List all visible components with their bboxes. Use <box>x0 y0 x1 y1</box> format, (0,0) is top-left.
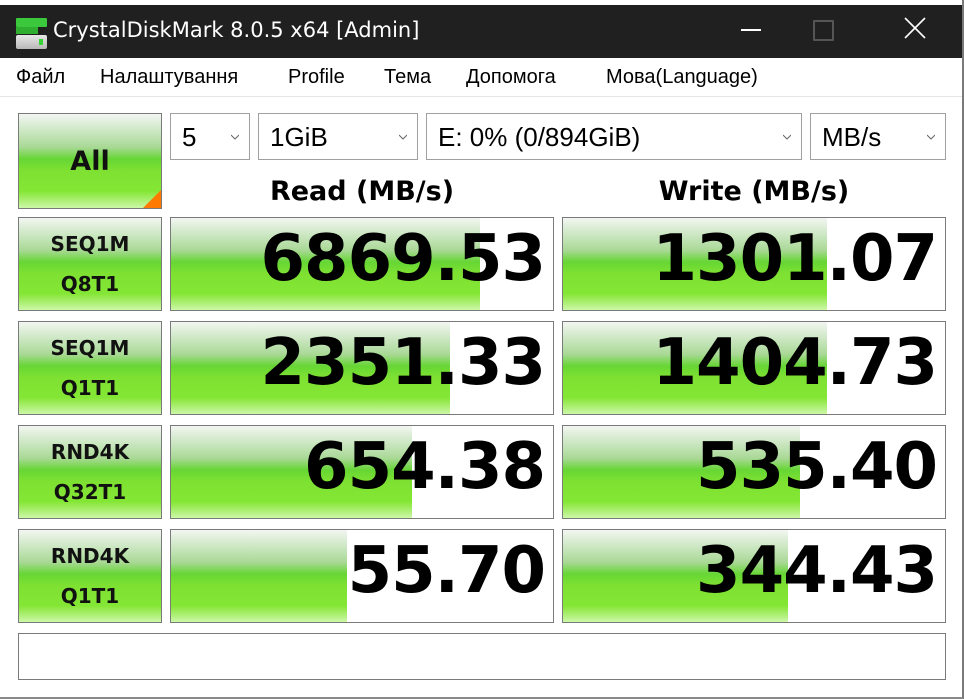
chevron-down-icon <box>231 134 239 140</box>
test-button-rnd4k-q1t1[interactable]: RND4K Q1T1 <box>18 529 162 623</box>
read-result-rnd4k-q32t1: 654.38 <box>170 425 554 519</box>
test-params: Q1T1 <box>60 584 120 608</box>
test-count-select[interactable]: 5 <box>170 113 250 160</box>
run-all-button[interactable]: All <box>18 113 162 209</box>
write-result-rnd4k-q32t1: 535.40 <box>562 425 946 519</box>
maximize-button[interactable] <box>792 5 854 58</box>
chevron-down-icon <box>927 134 935 140</box>
read-value: 55.70 <box>347 534 546 608</box>
corner-indicator <box>143 190 161 208</box>
read-value: 2351.33 <box>260 326 546 400</box>
menu-settings[interactable]: Налаштування <box>100 66 238 89</box>
comment-input[interactable] <box>19 634 945 679</box>
read-column-header: Read (MB/s) <box>269 176 455 207</box>
menu-theme[interactable]: Тема <box>384 66 431 89</box>
write-result-seq1m-q8t1: 1301.07 <box>562 217 946 311</box>
comment-field[interactable] <box>18 633 946 680</box>
write-value: 344.43 <box>696 534 938 608</box>
read-result-seq1m-q1t1: 2351.33 <box>170 321 554 415</box>
test-button-rnd4k-q32t1[interactable]: RND4K Q32T1 <box>18 425 162 519</box>
chevron-down-icon <box>399 134 407 140</box>
menu-language[interactable]: Мова(Language) <box>606 66 758 89</box>
menu-help[interactable]: Допомога <box>466 66 556 89</box>
read-progress-fill <box>171 530 347 622</box>
read-value: 6869.53 <box>260 222 546 296</box>
test-button-seq1m-q1t1[interactable]: SEQ1M Q1T1 <box>18 321 162 415</box>
test-name: RND4K <box>50 440 130 464</box>
minimize-button[interactable] <box>720 5 782 58</box>
title-bar[interactable]: CrystalDiskMark 8.0.5 x64 [Admin] <box>0 5 962 58</box>
write-result-seq1m-q1t1: 1404.73 <box>562 321 946 415</box>
test-name: SEQ1M <box>50 336 130 360</box>
test-params: Q32T1 <box>53 480 127 504</box>
close-button[interactable] <box>884 5 946 58</box>
read-value: 654.38 <box>304 430 546 504</box>
write-value: 1301.07 <box>652 222 938 296</box>
write-value: 1404.73 <box>652 326 938 400</box>
test-size-value: 1GiB <box>270 122 328 152</box>
menu-bar: Файл Налаштування Profile Тема Допомога … <box>0 58 962 97</box>
read-result-rnd4k-q1t1: 55.70 <box>170 529 554 623</box>
close-icon <box>904 17 926 39</box>
chevron-down-icon <box>783 134 791 140</box>
read-result-seq1m-q8t1: 6869.53 <box>170 217 554 311</box>
test-name: RND4K <box>50 544 130 568</box>
menu-profile[interactable]: Profile <box>288 66 345 89</box>
drive-select[interactable]: E: 0% (0/894GiB) <box>426 113 802 160</box>
window-title: CrystalDiskMark 8.0.5 x64 [Admin] <box>53 18 420 42</box>
test-name: SEQ1M <box>50 232 130 256</box>
unit-select[interactable]: MB/s <box>810 113 946 160</box>
menu-file[interactable]: Файл <box>16 66 65 89</box>
crystaldiskmark-app-icon <box>15 18 48 50</box>
drive-value: E: 0% (0/894GiB) <box>438 122 641 152</box>
write-result-rnd4k-q1t1: 344.43 <box>562 529 946 623</box>
run-all-label: All <box>70 145 110 177</box>
write-value: 535.40 <box>696 430 938 504</box>
test-params: Q8T1 <box>60 272 120 296</box>
test-size-select[interactable]: 1GiB <box>258 113 418 160</box>
test-params: Q1T1 <box>60 376 120 400</box>
write-column-header: Write (MB/s) <box>658 176 850 207</box>
crystaldiskmark-window: CrystalDiskMark 8.0.5 x64 [Admin] Файл Н… <box>0 0 964 699</box>
test-button-seq1m-q8t1[interactable]: SEQ1M Q8T1 <box>18 217 162 311</box>
unit-value: MB/s <box>822 122 882 152</box>
test-count-value: 5 <box>182 122 197 152</box>
